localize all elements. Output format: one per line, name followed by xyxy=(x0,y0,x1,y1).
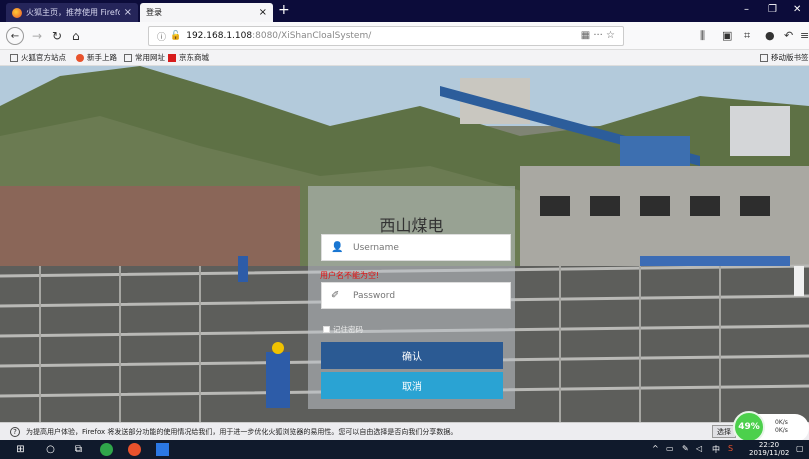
chrome-icon[interactable] xyxy=(100,443,113,456)
speed-percent: 49% xyxy=(733,411,765,443)
tab-bar: 火狐主页，推荐使用 Firefox × 登录 × + – ❐ ✕ xyxy=(0,0,809,22)
notification-text: 为提高用户体验，Firefox 将发送部分功能的使用情况给我们，用于进一步优化火… xyxy=(26,427,458,436)
firefox-icon xyxy=(76,53,84,62)
jd-icon xyxy=(168,53,176,62)
remember-label: 记住密码 xyxy=(333,325,363,334)
clock[interactable]: 22:20 2019/11/02 xyxy=(749,441,789,457)
bookmark-firefox-official[interactable]: 火狐官方站点 xyxy=(10,52,66,63)
new-tab-button[interactable]: + xyxy=(278,2,290,18)
sidebar-icon[interactable]: ▣ xyxy=(722,29,732,42)
navigation-bar: ← → ↻ ⌂ ⓘ 🔓 192.168.1.108:8080/XiShanClo… xyxy=(0,22,809,50)
tab-firefox-home[interactable]: 火狐主页，推荐使用 Firefox × xyxy=(6,3,138,22)
username-input[interactable] xyxy=(353,242,510,253)
taskbar: ⊞ ○ ⧉ ^ ▭ ✎ ◁ 中 S 22:20 2019/11/02 ▢ xyxy=(0,440,809,459)
url-path: :8080/XiShanCloalSystem/ xyxy=(252,31,372,41)
clock-time: 22:20 xyxy=(758,441,780,449)
menu-icon[interactable]: ≡ xyxy=(800,29,809,42)
error-message: 用户名不能为空! xyxy=(320,271,380,280)
firefox-icon[interactable] xyxy=(128,443,141,456)
insecure-lock-icon: 🔓 xyxy=(170,31,182,41)
library-icon[interactable]: ⫼ xyxy=(700,29,705,43)
back-button[interactable]: ← xyxy=(6,27,24,45)
page-content: 西山煤电 👤 用户名不能为空! ✐ 记住密码 确认 取消 xyxy=(0,66,809,422)
mobile-bookmarks[interactable]: 移动版书签 xyxy=(760,52,809,63)
pencil-icon: ✐ xyxy=(331,290,340,301)
folder-icon xyxy=(10,53,18,62)
window-close-icon[interactable]: ✕ xyxy=(793,4,801,15)
close-icon[interactable]: × xyxy=(124,7,132,18)
tab-label: 登录 xyxy=(146,8,162,17)
login-panel: 西山煤电 👤 用户名不能为空! ✐ 记住密码 确认 取消 xyxy=(308,186,515,409)
tab-login[interactable]: 登录 × xyxy=(140,3,273,22)
windows-start-icon[interactable]: ⊞ xyxy=(14,443,27,456)
task-view-icon[interactable]: ⧉ xyxy=(72,443,85,456)
clock-date: 2019/11/02 xyxy=(749,449,790,457)
remember-password[interactable]: 记住密码 xyxy=(323,324,363,335)
security-icon[interactable]: S xyxy=(728,444,733,453)
folder-icon xyxy=(124,53,132,62)
app-icon[interactable] xyxy=(156,443,169,456)
question-icon: ? xyxy=(10,426,20,437)
screenshot-icon[interactable]: ⌗ xyxy=(744,29,750,43)
info-icon[interactable]: ⓘ xyxy=(157,30,166,43)
close-icon[interactable]: × xyxy=(259,7,267,18)
password-input[interactable] xyxy=(353,290,510,301)
bookmark-getting-started[interactable]: 新手上路 xyxy=(76,52,117,63)
page-actions[interactable]: ▦ ··· ☆ xyxy=(581,30,615,41)
notification-bar: ? 为提高用户体验，Firefox 将发送部分功能的使用情况给我们，用于进一步优… xyxy=(0,422,809,440)
url-host: 192.168.1.108 xyxy=(186,31,253,41)
network-icon[interactable]: ▭ xyxy=(666,444,674,453)
remember-checkbox[interactable] xyxy=(323,326,330,333)
download-rate: 0K/s xyxy=(775,427,788,434)
tray-arrow-icon[interactable]: ^ xyxy=(652,444,659,453)
bookmark-common-sites[interactable]: 常用网址 xyxy=(124,52,165,63)
notifications-icon[interactable]: ▢ xyxy=(796,444,804,453)
forward-button[interactable]: → xyxy=(32,27,42,45)
search-icon[interactable]: ○ xyxy=(44,443,57,456)
ime-indicator[interactable]: 中 xyxy=(712,444,720,455)
password-field[interactable]: ✐ xyxy=(321,282,511,309)
folder-icon xyxy=(760,53,768,62)
undo-icon[interactable]: ↶ xyxy=(784,29,793,42)
chat-icon[interactable]: ● xyxy=(765,29,775,42)
reload-button[interactable]: ↻ xyxy=(52,27,62,45)
user-icon: 👤 xyxy=(331,242,344,253)
pen-icon[interactable]: ✎ xyxy=(682,444,689,453)
login-title: 西山煤电 xyxy=(379,216,444,235)
home-button[interactable]: ⌂ xyxy=(72,27,80,45)
upload-rate: 0K/s xyxy=(775,419,788,426)
bookmarks-bar: 火狐官方站点 新手上路 常用网址 京东商城 移动版书签 xyxy=(0,50,809,66)
bookmark-jd[interactable]: 京东商城 xyxy=(168,52,209,63)
maximize-icon[interactable]: ❐ xyxy=(768,4,777,15)
firefox-icon xyxy=(12,7,22,18)
cancel-button[interactable]: 取消 xyxy=(321,372,503,399)
confirm-button[interactable]: 确认 xyxy=(321,342,503,369)
tab-label: 火狐主页，推荐使用 Firefox xyxy=(26,8,120,17)
minimize-icon[interactable]: – xyxy=(744,4,749,15)
volume-icon[interactable]: ◁ xyxy=(696,444,702,453)
network-speed-widget[interactable]: 49% 0K/s 0K/s xyxy=(733,411,809,443)
username-field[interactable]: 👤 xyxy=(321,234,511,261)
url-bar[interactable]: ⓘ 🔓 192.168.1.108:8080/XiShanCloalSystem… xyxy=(148,26,624,46)
